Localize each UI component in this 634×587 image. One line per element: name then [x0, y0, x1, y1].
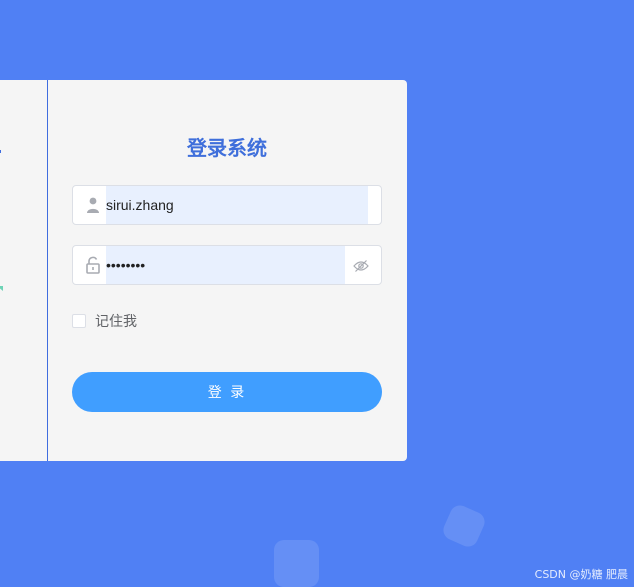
remember-label: 记住我 — [95, 314, 137, 330]
user-icon — [85, 196, 101, 214]
unlock-icon — [85, 256, 101, 274]
page-title: 登录系统 — [187, 136, 267, 160]
remember-me[interactable]: 记住我 — [72, 313, 137, 330]
eye-off-icon[interactable] — [353, 258, 369, 272]
login-form: 登录系统 sirui.zhang 记住我 登 录 — [72, 80, 382, 461]
login-button[interactable]: 登 录 — [72, 372, 382, 412]
background-decor-shape — [274, 540, 319, 587]
username-input[interactable] — [106, 186, 368, 224]
password-input[interactable] — [106, 246, 345, 284]
password-field[interactable] — [72, 245, 382, 285]
background-decor-shape — [440, 502, 488, 550]
illustration-mark — [0, 150, 1, 153]
login-card: 登录系统 sirui.zhang 记住我 登 录 — [0, 80, 407, 461]
watermark: CSDN @奶糖 肥晨 — [534, 568, 628, 581]
illustration-leaf — [0, 286, 3, 291]
remember-checkbox[interactable] — [72, 314, 86, 328]
username-field[interactable] — [72, 185, 382, 225]
card-illustration-panel — [0, 80, 48, 461]
